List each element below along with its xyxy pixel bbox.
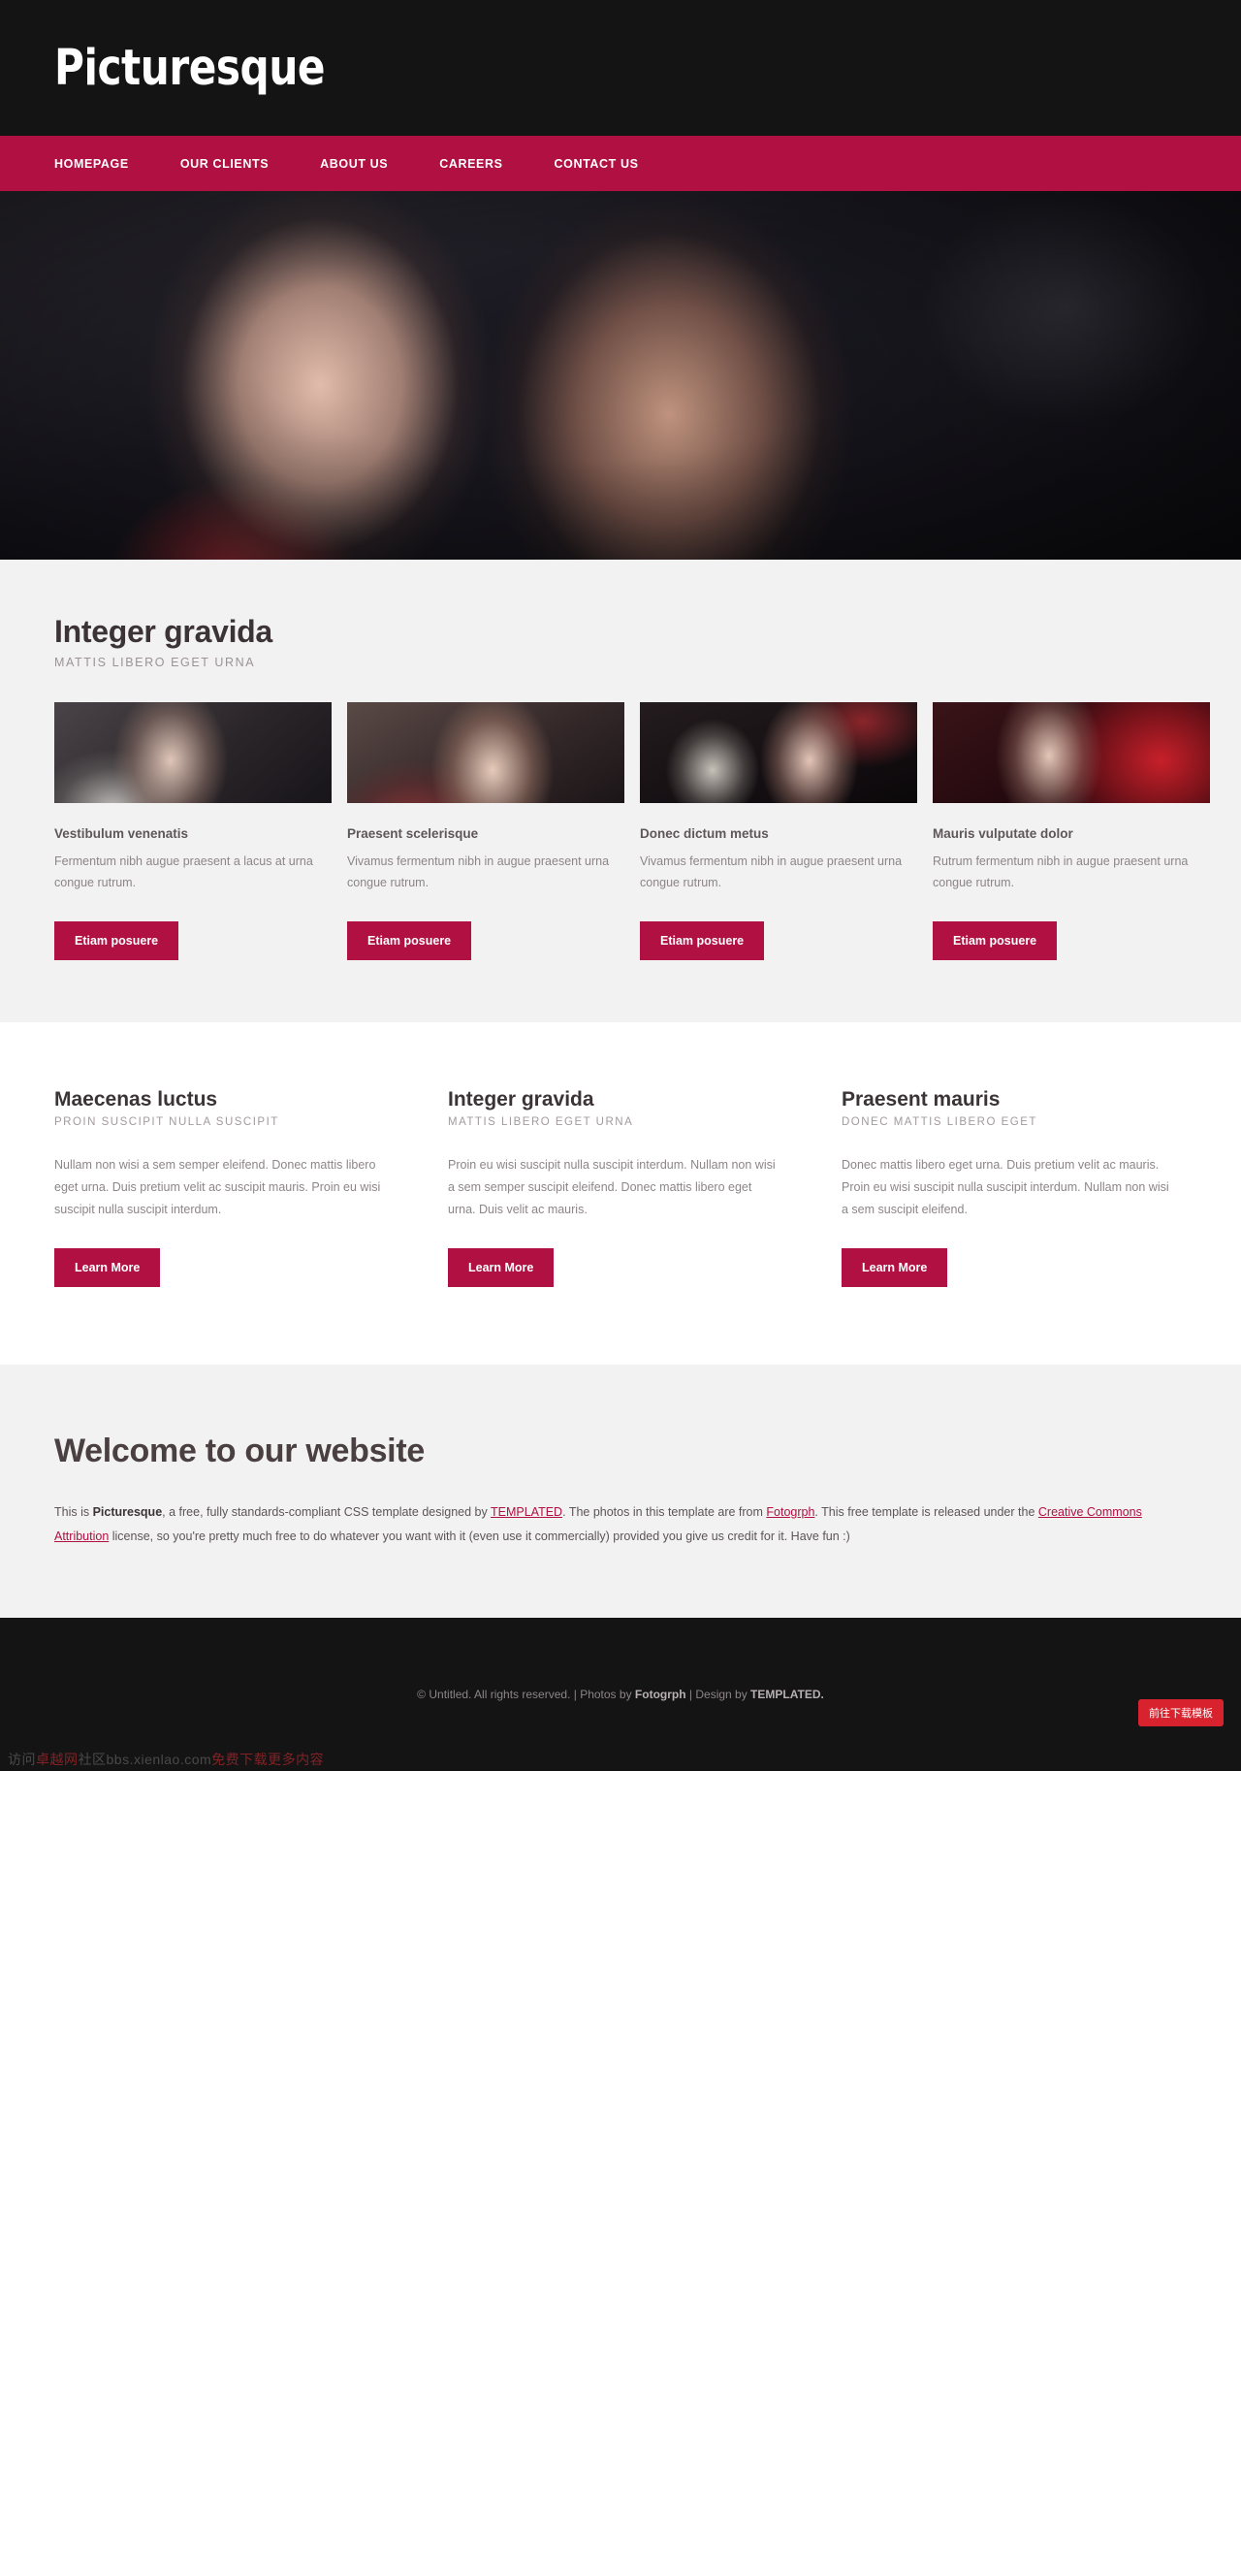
- watermark-part-1: 访问: [8, 1751, 36, 1767]
- feature-card-title: Vestibulum venenatis: [54, 826, 189, 841]
- column-subtitle: MATTIS LIBERO EGET URNA: [448, 1115, 634, 1128]
- nav-item-careers[interactable]: CAREERS: [439, 157, 502, 171]
- footer-copyright-part-2: | Design by: [685, 1687, 751, 1701]
- footer-design-by: TEMPLATED.: [750, 1687, 824, 1701]
- welcome-text-part-5: license, so you're pretty much free to d…: [109, 1529, 850, 1543]
- learn-more-button[interactable]: Learn More: [842, 1248, 948, 1288]
- learn-more-button[interactable]: Learn More: [54, 1248, 161, 1288]
- nav-item-our-clients[interactable]: OUR CLIENTS: [180, 157, 269, 171]
- content-column: Maecenas luctus PROIN SUSCIPIT NULLA SUS…: [54, 1087, 386, 1288]
- site-logo[interactable]: Picturesque: [54, 40, 326, 97]
- three-column-section: Maecenas luctus PROIN SUSCIPIT NULLA SUS…: [0, 1021, 1241, 1366]
- hero-banner-vignette: [0, 191, 1241, 560]
- etiam-posuere-button[interactable]: Etiam posuere: [347, 920, 472, 960]
- footer-copyright: © Untitled. All rights reserved. | Photo…: [417, 1688, 824, 1701]
- features-subtitle: MATTIS LIBERO EGET URNA: [54, 656, 256, 669]
- content-column: Integer gravida MATTIS LIBERO EGET URNA …: [448, 1087, 780, 1288]
- hero-banner: [0, 191, 1241, 560]
- welcome-text-part-4: . This free template is released under t…: [814, 1505, 1038, 1520]
- watermark-part-3: 社区bbs.xienlao.com: [78, 1751, 212, 1767]
- features-section: Integer gravida MATTIS LIBERO EGET URNA …: [0, 560, 1241, 1022]
- feature-card-text: Fermentum nibh augue praesent a lacus at…: [54, 854, 313, 889]
- column-text: Proin eu wisi suscipit nulla suscipit in…: [448, 1157, 776, 1216]
- feature-card-text: Rutrum fermentum nibh in augue praesent …: [933, 854, 1189, 889]
- feature-card-image[interactable]: [54, 702, 332, 803]
- feature-card: Mauris vulputate dolor Rutrum fermentum …: [933, 702, 1210, 960]
- etiam-posuere-button[interactable]: Etiam posuere: [54, 920, 179, 960]
- welcome-paragraph: This is Picturesque, a free, fully stand…: [54, 1500, 1187, 1548]
- site-footer: © Untitled. All rights reserved. | Photo…: [0, 1617, 1241, 1771]
- welcome-text-part-1: This is: [54, 1505, 93, 1520]
- welcome-text-part-2: , a free, fully standards-compliant CSS …: [162, 1505, 491, 1520]
- column-text: Donec mattis libero eget urna. Duis pret…: [842, 1157, 1169, 1216]
- footer-photos-by: Fotogrph: [634, 1687, 686, 1701]
- welcome-brand: Picturesque: [92, 1505, 163, 1520]
- column-subtitle: DONEC MATTIS LIBERO EGET: [842, 1115, 1037, 1128]
- column-title: Maecenas luctus: [54, 1087, 218, 1111]
- column-title: Praesent mauris: [842, 1087, 1001, 1111]
- watermark-part-2: 卓越网: [36, 1751, 79, 1767]
- download-template-badge[interactable]: 前往下载模板: [1138, 1698, 1224, 1726]
- feature-card-text: Vivamus fermentum nibh in augue praesent…: [640, 854, 903, 889]
- templated-link[interactable]: TEMPLATED: [491, 1505, 562, 1519]
- footer-copyright-part-1: © Untitled. All rights reserved. | Photo…: [417, 1687, 635, 1701]
- column-text: Nullam non wisi a sem semper eleifend. D…: [54, 1157, 381, 1216]
- learn-more-button[interactable]: Learn More: [448, 1248, 555, 1288]
- feature-card-list: Vestibulum venenatis Fermentum nibh augu…: [54, 702, 1210, 960]
- nav-item-contact-us[interactable]: CONTACT US: [555, 157, 639, 171]
- column-title: Integer gravida: [448, 1087, 594, 1111]
- site-header: Picturesque: [0, 0, 1241, 136]
- feature-card-title: Praesent scelerisque: [347, 826, 479, 841]
- nav-item-homepage[interactable]: HOMEPAGE: [54, 157, 129, 171]
- feature-card-image[interactable]: [347, 702, 624, 803]
- feature-card-title: Mauris vulputate dolor: [933, 826, 1073, 841]
- features-title: Integer gravida: [54, 614, 272, 649]
- welcome-title: Welcome to our website: [54, 1433, 425, 1470]
- feature-card-title: Donec dictum metus: [640, 826, 769, 841]
- etiam-posuere-button[interactable]: Etiam posuere: [640, 920, 765, 960]
- feature-card: Praesent scelerisque Vivamus fermentum n…: [347, 702, 624, 960]
- fotogrph-link[interactable]: Fotogrph: [766, 1505, 814, 1519]
- feature-card-image[interactable]: [933, 702, 1210, 803]
- watermark: 访问卓越网社区bbs.xienlao.com免费下载更多内容: [8, 1750, 324, 1769]
- column-subtitle: PROIN SUSCIPIT NULLA SUSCIPIT: [54, 1115, 279, 1128]
- etiam-posuere-button[interactable]: Etiam posuere: [933, 920, 1058, 960]
- welcome-section: Welcome to our website This is Picturesq…: [0, 1365, 1241, 1618]
- feature-card-text: Vivamus fermentum nibh in augue praesent…: [347, 854, 610, 889]
- content-column: Praesent mauris DONEC MATTIS LIBERO EGET…: [842, 1087, 1173, 1288]
- feature-card: Donec dictum metus Vivamus fermentum nib…: [640, 702, 917, 960]
- nav-item-about-us[interactable]: ABOUT US: [320, 157, 388, 171]
- feature-card-image[interactable]: [640, 702, 917, 803]
- welcome-text-part-3: . The photos in this template are from: [562, 1505, 767, 1520]
- main-navigation: HOMEPAGE OUR CLIENTS ABOUT US CAREERS CO…: [0, 136, 1241, 191]
- feature-card: Vestibulum venenatis Fermentum nibh augu…: [54, 702, 332, 960]
- watermark-part-4: 免费下载更多内容: [211, 1751, 325, 1767]
